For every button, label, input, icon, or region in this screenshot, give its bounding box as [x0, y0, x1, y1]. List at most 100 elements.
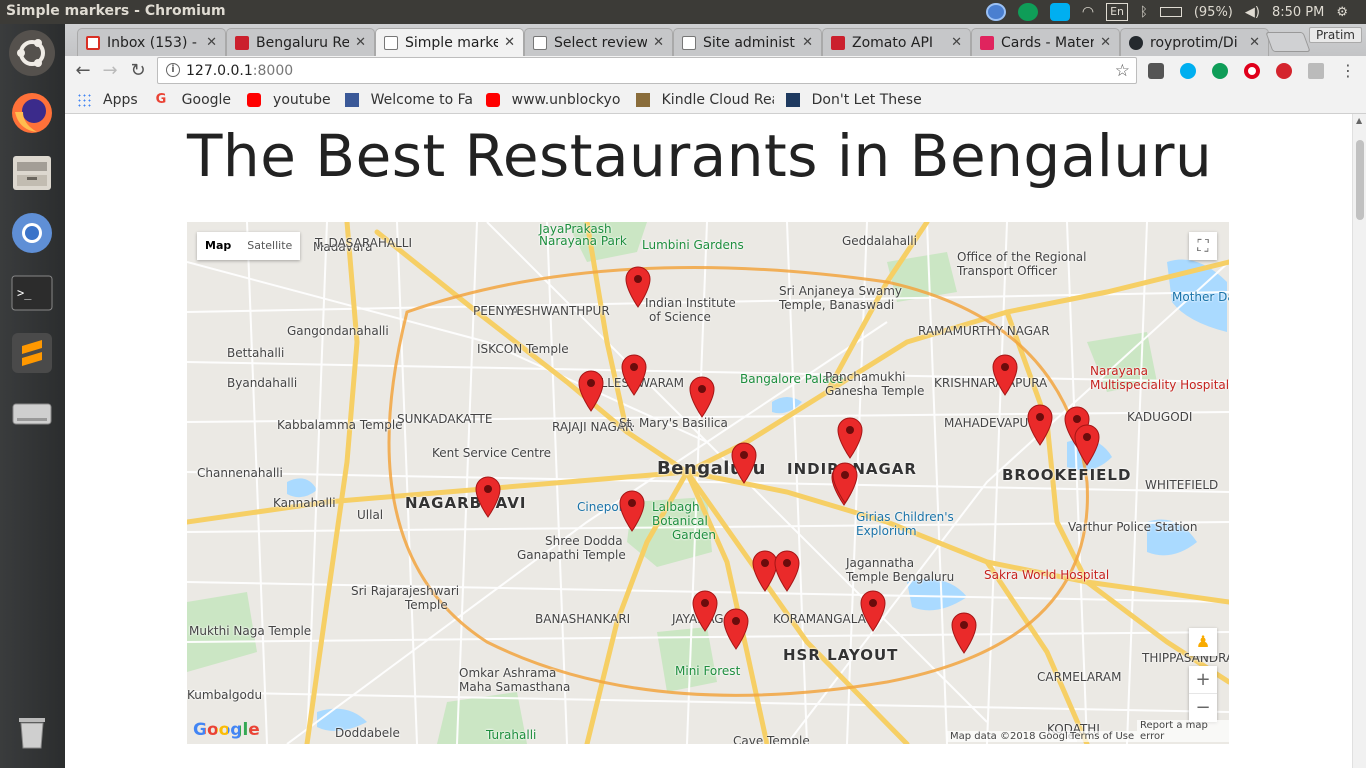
close-icon[interactable]: ✕ [653, 35, 664, 50]
bookmark-unblocky[interactable]: www.unblockyo [485, 92, 624, 108]
reload-button[interactable]: ↻ [128, 61, 148, 81]
restaurant-marker[interactable] [578, 370, 604, 412]
youtube-icon [485, 92, 500, 107]
close-icon[interactable]: ✕ [355, 35, 366, 50]
menu-icon[interactable]: ⋮ [1340, 63, 1356, 79]
files-icon[interactable] [9, 150, 55, 196]
close-icon[interactable]: ✕ [1100, 35, 1111, 50]
map-place-label: YESHWANTHPUR [509, 304, 610, 318]
bookmark-star-icon[interactable]: ☆ [1115, 61, 1130, 81]
close-icon[interactable]: ✕ [1249, 35, 1260, 50]
tab-bengaluru-restaurants[interactable]: Bengaluru Re ✕ [226, 28, 375, 56]
bookmark-facebook[interactable]: Welcome to Face [344, 92, 472, 108]
restaurant-marker[interactable] [689, 376, 715, 418]
map-type-map-button[interactable]: Map [197, 232, 239, 260]
restaurant-marker[interactable] [837, 417, 863, 459]
restaurant-marker[interactable] [992, 354, 1018, 396]
tab-github[interactable]: royprotim/Di ✕ [1120, 28, 1269, 56]
wifi-icon[interactable]: ◠ [1082, 4, 1094, 20]
map-place-label: Garden [672, 528, 716, 542]
restaurant-marker[interactable] [475, 476, 501, 518]
report-map-error-link[interactable]: Report a map error [1137, 720, 1229, 742]
profile-button[interactable]: Pratim [1308, 27, 1362, 43]
scrollbar-thumb[interactable] [1356, 140, 1364, 220]
bookmark-google[interactable]: G Google [156, 92, 231, 108]
opera-extension-icon[interactable] [1244, 63, 1260, 79]
scroll-up-arrow[interactable]: ▲ [1356, 116, 1362, 125]
skype-tray-icon[interactable] [1049, 3, 1070, 21]
map-place-label: Ganesha Temple [825, 384, 925, 398]
close-icon[interactable]: ✕ [802, 35, 813, 50]
clock[interactable]: 8:50 PM [1272, 5, 1324, 20]
battery-icon[interactable] [1159, 7, 1182, 17]
hangouts-tray-icon[interactable] [1017, 3, 1038, 21]
close-icon[interactable]: ✕ [206, 35, 217, 50]
restaurant-marker[interactable] [723, 608, 749, 650]
restaurant-marker[interactable] [832, 462, 858, 504]
ubuntu-dash-icon[interactable] [9, 30, 55, 76]
restaurant-marker[interactable] [860, 590, 886, 632]
skype-extension-icon[interactable] [1180, 63, 1196, 79]
bluetooth-icon[interactable]: ᛒ [1140, 5, 1148, 20]
keyboard-layout[interactable]: En [1106, 3, 1129, 21]
zoom-in-button[interactable]: + [1189, 666, 1217, 694]
bookmark-kindle[interactable]: Kindle Cloud Rea [635, 92, 774, 108]
map-place-label: Narayana [1090, 364, 1149, 378]
restaurant-marker[interactable] [625, 266, 651, 308]
mail-extension-icon[interactable] [1308, 63, 1324, 79]
close-icon[interactable]: ✕ [951, 35, 962, 50]
tab-simple-markers[interactable]: Simple marke ✕ [375, 28, 524, 56]
disk-drive-icon[interactable] [9, 390, 55, 436]
google-logo[interactable]: Google [193, 720, 260, 740]
tab-zomato-api[interactable]: Zomato API ✕ [822, 28, 971, 56]
adblock-plus-icon[interactable] [1276, 63, 1292, 79]
sublime-text-icon[interactable] [9, 330, 55, 376]
bookmark-youtube[interactable]: youtube [247, 92, 331, 108]
incognito-extension-icon[interactable] [1148, 63, 1164, 79]
forward-button[interactable]: → [100, 61, 120, 81]
zoom-out-button[interactable]: − [1189, 694, 1217, 722]
restaurant-marker[interactable] [1074, 424, 1100, 466]
chromium-icon[interactable] [9, 210, 55, 256]
tab-label: Site administ [703, 34, 795, 51]
bookmark-dont-let-these[interactable]: Don't Let These [785, 92, 926, 108]
restaurant-marker[interactable] [1027, 404, 1053, 446]
tab-cards-materialize[interactable]: Cards - Mater ✕ [971, 28, 1120, 56]
chromium-tray-icon[interactable] [985, 3, 1006, 21]
map-pin-icon [774, 550, 800, 592]
fullscreen-button[interactable]: ⛶ [1189, 232, 1217, 260]
url-text[interactable]: 127.0.0.1:8000 [186, 63, 293, 79]
restaurant-marker[interactable] [692, 590, 718, 632]
page-scrollbar[interactable]: ▲ [1352, 114, 1366, 768]
google-map[interactable]: JayaPrakash Narayana Park Lumbini Gardens G… [187, 222, 1229, 744]
bookmark-apps[interactable]: Apps [77, 92, 138, 108]
new-tab-button[interactable] [1265, 32, 1311, 52]
trash-icon[interactable] [9, 708, 55, 754]
restaurant-marker[interactable] [951, 612, 977, 654]
info-icon[interactable]: i [166, 63, 180, 77]
restaurant-marker[interactable] [731, 442, 757, 484]
address-bar[interactable]: i 127.0.0.1:8000 ☆ [157, 57, 1137, 84]
tab-site-admin[interactable]: Site administ ✕ [673, 28, 822, 56]
tab-gmail[interactable]: Inbox (153) - p ✕ [77, 28, 226, 56]
restaurant-marker[interactable] [774, 550, 800, 592]
firefox-icon[interactable] [9, 90, 55, 136]
gear-icon[interactable]: ⚙ [1336, 5, 1348, 20]
map-place-label: Channenahalli [197, 466, 283, 480]
terminal-icon[interactable]: >_ [9, 270, 55, 316]
tab-select-review[interactable]: Select review ✕ [524, 28, 673, 56]
map-place-label: Panchamukhi [825, 370, 906, 384]
map-place-label: Ullal [357, 508, 384, 522]
close-icon[interactable]: ✕ [504, 35, 515, 50]
street-view-pegman-icon[interactable]: ♟ [1189, 628, 1217, 656]
restaurant-marker[interactable] [621, 354, 647, 396]
youtube-icon [247, 92, 262, 107]
volume-icon[interactable]: ◀) [1245, 5, 1260, 20]
restaurant-marker[interactable] [619, 490, 645, 532]
map-type-satellite-button[interactable]: Satellite [239, 232, 300, 260]
terms-of-use-link[interactable]: Terms of Use [1067, 731, 1138, 742]
hangouts-extension-icon[interactable] [1212, 63, 1228, 79]
battery-percent[interactable]: (95%) [1194, 5, 1233, 20]
back-button[interactable]: ← [73, 61, 93, 81]
page-viewport: The Best Restaurants in Bengaluru JayaPr… [65, 114, 1352, 768]
